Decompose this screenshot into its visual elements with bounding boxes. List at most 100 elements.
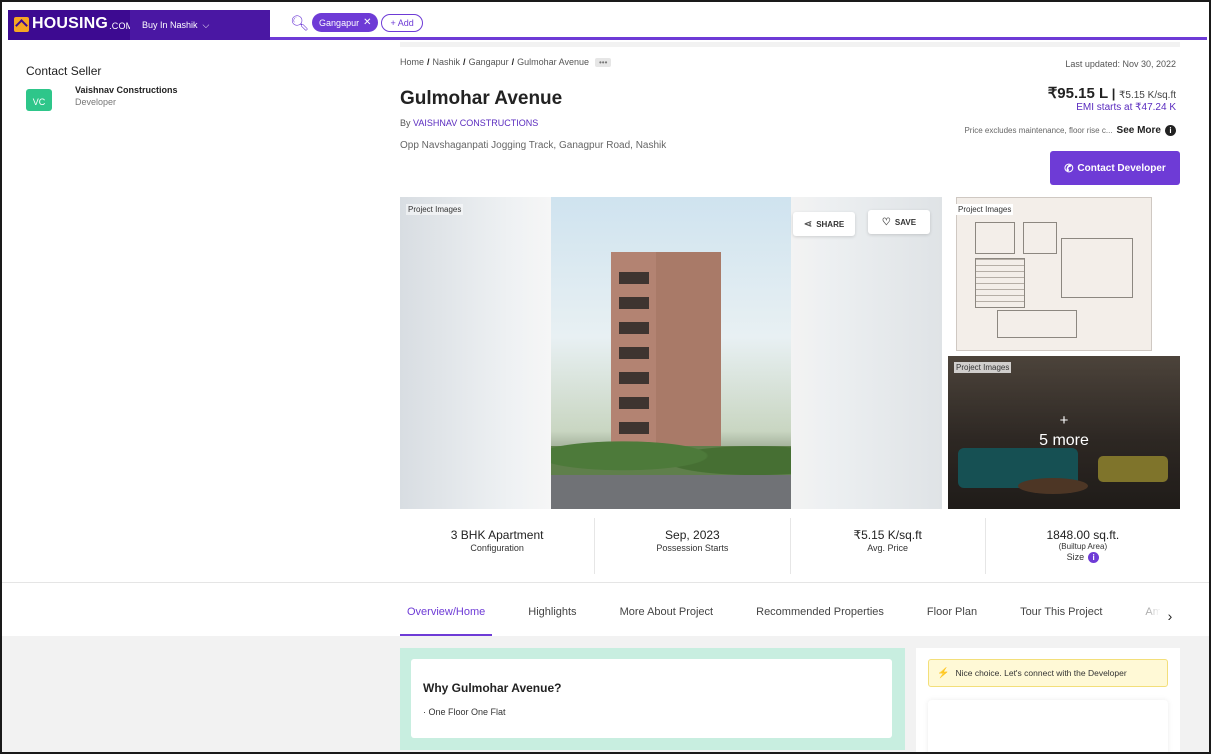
emi-link[interactable]: EMI starts at ₹47.24 K bbox=[1076, 102, 1176, 113]
trees bbox=[551, 427, 791, 475]
price-divider: | bbox=[1108, 86, 1120, 101]
breadcrumb-project: Gulmohar Avenue bbox=[517, 57, 589, 67]
road bbox=[551, 475, 791, 509]
stat-label: (Builtup Area) bbox=[1058, 542, 1108, 551]
add-location-button[interactable]: + Add bbox=[381, 13, 423, 32]
logo-mark-icon bbox=[14, 16, 29, 32]
stat-label: Avg. Price bbox=[867, 543, 909, 553]
share-button[interactable]: ⋖ SHARE bbox=[793, 212, 855, 236]
breadcrumb-separator: / bbox=[511, 57, 515, 67]
info-icon[interactable]: i bbox=[1165, 125, 1176, 136]
heart-icon: ♡ bbox=[881, 216, 891, 228]
floor-plan-room bbox=[975, 222, 1015, 254]
floor-plan-stairs bbox=[975, 258, 1025, 308]
tab-recommended-properties[interactable]: Recommended Properties bbox=[749, 600, 891, 636]
stat-size: 1848.00 sq.ft. (Builtup Area) Size i bbox=[986, 518, 1180, 574]
tab-overview[interactable]: Overview/Home bbox=[400, 600, 493, 636]
brand-bar: HOUSING .COM Buy In Nashik ⌵ bbox=[8, 10, 270, 40]
stat-avg-price: ₹5.15 K/sq.ft Avg. Price bbox=[791, 518, 986, 574]
plus-icon: + bbox=[1059, 412, 1069, 429]
last-updated: Last updated: Nov 30, 2022 bbox=[1065, 59, 1176, 69]
interior-image-more[interactable]: Project Images + 5 more bbox=[948, 356, 1180, 509]
why-project-inner: Why Gulmohar Avenue? · One Floor One Fla… bbox=[411, 659, 892, 738]
close-icon[interactable]: ✕ bbox=[363, 17, 371, 28]
main-image-label: Project Images bbox=[406, 204, 464, 215]
why-project-card: Why Gulmohar Avenue? · One Floor One Fla… bbox=[400, 648, 905, 750]
chevron-right-icon[interactable]: › bbox=[1160, 605, 1180, 629]
tab-more-about-project[interactable]: More About Project bbox=[613, 600, 721, 636]
phone-icon: ✆ bbox=[1064, 162, 1074, 175]
top-navigation: HOUSING .COM Buy In Nashik ⌵ 🔍︎ Gangapur… bbox=[8, 10, 1207, 40]
why-project-item: · One Floor One Flat bbox=[423, 707, 506, 717]
building-window bbox=[619, 272, 649, 284]
save-button[interactable]: ♡ SAVE bbox=[868, 210, 930, 234]
stat-value: 3 BHK Apartment bbox=[450, 528, 544, 542]
search-bar[interactable]: 🔍︎ Gangapur ✕ + Add bbox=[290, 13, 423, 32]
seller-card bbox=[928, 700, 1168, 752]
main-project-image[interactable]: Project Images ⋖ SHARE ♡ SAVE bbox=[400, 197, 942, 509]
developer-link[interactable]: VAISHNAV CONSTRUCTIONS bbox=[413, 118, 538, 128]
stat-possession: Sep, 2023 Possession Starts bbox=[595, 518, 791, 574]
floor-plan-room bbox=[1061, 238, 1133, 298]
floor-plan-image[interactable]: Project Images bbox=[948, 197, 1180, 351]
top-strip bbox=[400, 42, 1180, 47]
by-prefix: By bbox=[400, 118, 414, 128]
buy-location-dropdown[interactable]: Buy In Nashik ⌵ bbox=[130, 10, 270, 40]
see-more-link[interactable]: See More bbox=[1117, 125, 1161, 136]
project-stats: 3 BHK Apartment Configuration Sep, 2023 … bbox=[400, 518, 1180, 574]
why-project-title: Why Gulmohar Avenue? bbox=[423, 681, 562, 695]
contact-seller-heading: Contact Seller bbox=[26, 64, 102, 78]
building-photo bbox=[551, 197, 791, 509]
stat-size-label: Size i bbox=[986, 552, 1180, 563]
building-window bbox=[619, 322, 649, 334]
housing-logo[interactable]: HOUSING .COM bbox=[14, 15, 133, 33]
more-images-count[interactable]: 5 more bbox=[948, 432, 1180, 450]
chevron-down-icon: ⌵ bbox=[202, 19, 210, 30]
developer-connect-banner: ⚡ Nice choice. Let's connect with the De… bbox=[928, 659, 1168, 687]
price-per-sqft: ₹5.15 K/sq.ft bbox=[1119, 90, 1176, 101]
developer-line: By VAISHNAV CONSTRUCTIONS bbox=[400, 118, 538, 128]
stat-configuration: 3 BHK Apartment Configuration bbox=[400, 518, 596, 574]
stat-label: Possession Starts bbox=[656, 543, 729, 553]
stat-value: 1848.00 sq.ft. bbox=[1046, 528, 1120, 542]
tab-floor-plan[interactable]: Floor Plan bbox=[920, 600, 984, 636]
seller-avatar: VC bbox=[26, 89, 52, 111]
stat-value: Sep, 2023 bbox=[665, 528, 720, 542]
search-chip-gangapur[interactable]: Gangapur ✕ bbox=[312, 13, 379, 32]
seller-name[interactable]: Vaishnav Constructions bbox=[75, 85, 178, 95]
price-exclusion: Price excludes maintenance, floor rise c… bbox=[964, 125, 1176, 136]
project-title: Gulmohar Avenue bbox=[400, 88, 563, 109]
price-exclusion-text: Price excludes maintenance, floor rise c… bbox=[964, 126, 1113, 135]
breadcrumb-home[interactable]: Home bbox=[400, 57, 424, 67]
stat-value: ₹5.15 K/sq.ft bbox=[853, 528, 922, 542]
floor-plan-room bbox=[997, 310, 1077, 338]
building-window bbox=[619, 297, 649, 309]
floor-plan-room bbox=[1023, 222, 1057, 254]
search-chip-label: Gangapur bbox=[319, 17, 360, 28]
tab-highlights[interactable]: Highlights bbox=[521, 600, 583, 636]
bolt-icon: ⚡ bbox=[937, 667, 950, 679]
building-window bbox=[619, 347, 649, 359]
price-value: ₹95.15 L bbox=[1047, 85, 1109, 102]
breadcrumb-separator: / bbox=[427, 57, 430, 67]
side-image-label: Project Images bbox=[956, 204, 1014, 215]
tab-amenities[interactable]: Amenities bbox=[1138, 600, 1160, 636]
building-window bbox=[619, 372, 649, 384]
page-frame: HOUSING .COM Buy In Nashik ⌵ 🔍︎ Gangapur… bbox=[0, 0, 1211, 754]
contact-developer-button[interactable]: ✆ Contact Developer bbox=[1050, 151, 1180, 185]
info-icon[interactable]: i bbox=[1088, 552, 1100, 563]
save-label: SAVE bbox=[894, 217, 917, 227]
stat-label: Configuration bbox=[470, 543, 524, 553]
breadcrumb-more-button[interactable]: ••• bbox=[595, 57, 612, 67]
search-icon[interactable]: 🔍︎ bbox=[290, 14, 309, 32]
breadcrumb: Home / Nashik / Gangapur / Gulmohar Aven… bbox=[400, 57, 612, 67]
why-project-item-text: One Floor One Flat bbox=[428, 707, 506, 717]
share-label: SHARE bbox=[816, 219, 845, 229]
breadcrumb-locality[interactable]: Gangapur bbox=[469, 57, 509, 67]
price-block: ₹95.15 L | ₹5.15 K/sq.ft bbox=[1048, 84, 1176, 102]
floor-plan-drawing bbox=[956, 197, 1152, 351]
breadcrumb-city[interactable]: Nashik bbox=[433, 57, 461, 67]
developer-connect-text: Nice choice. Let's connect with the Deve… bbox=[955, 668, 1127, 678]
tab-tour-project[interactable]: Tour This Project bbox=[1013, 600, 1109, 636]
building-window bbox=[619, 397, 649, 409]
